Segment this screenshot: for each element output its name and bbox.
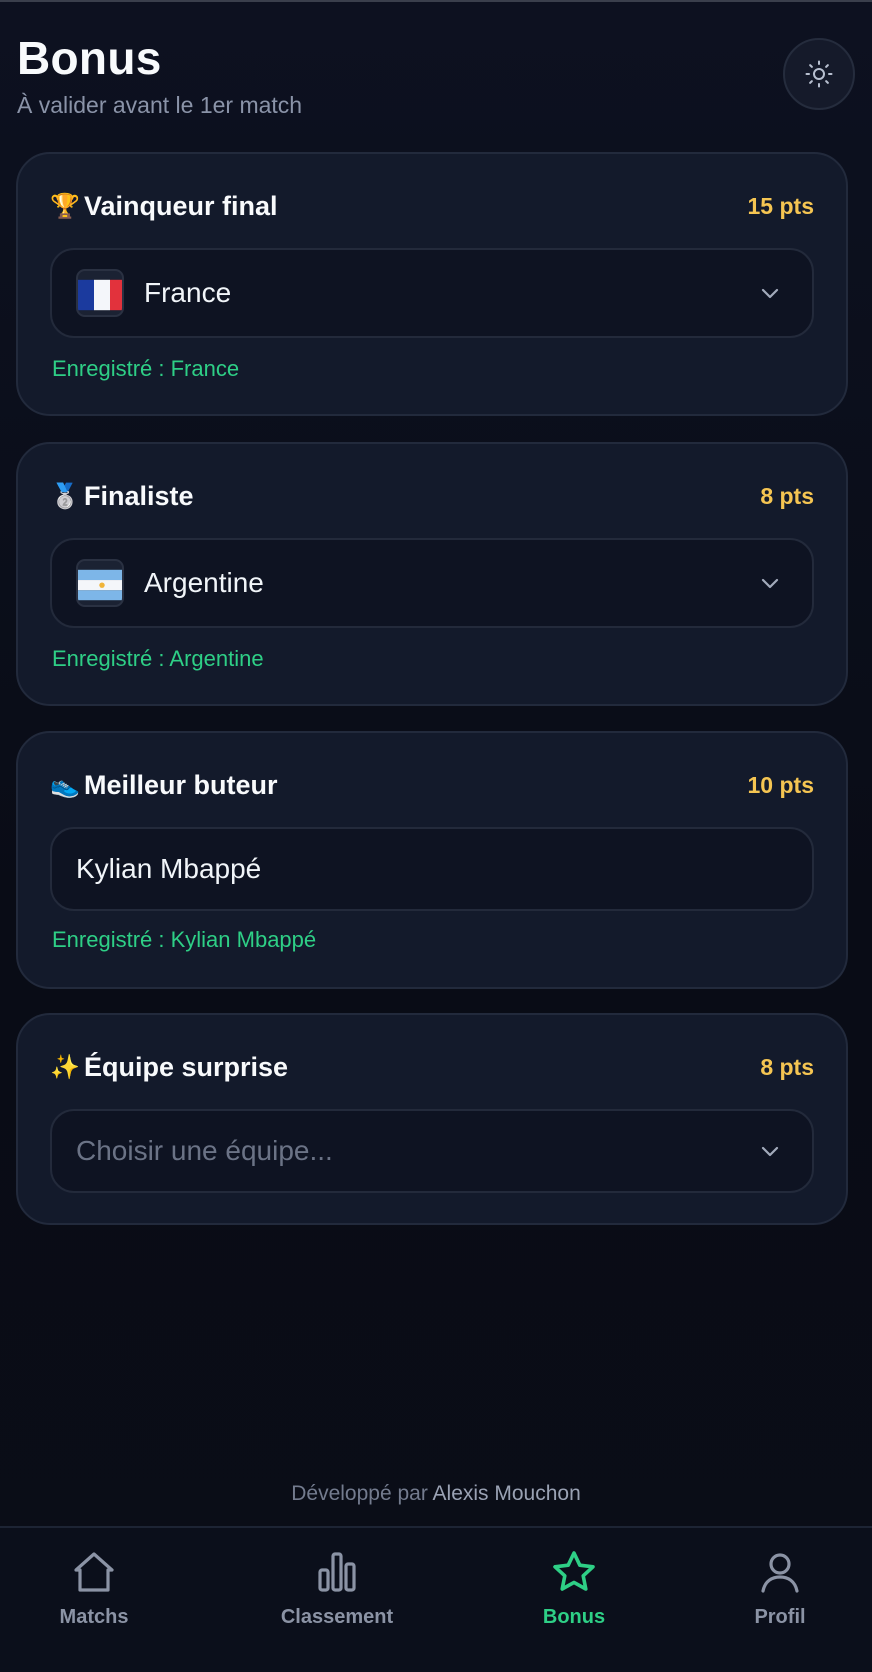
card-header: ✨ Équipe surprise 8 pts [50,1049,814,1085]
page-title: Bonus [17,32,162,84]
bonus-card-surprise-team: ✨ Équipe surprise 8 pts Choisir une équi… [16,1013,848,1225]
user-icon [761,1553,799,1593]
argentina-flag-icon [76,559,124,607]
home-icon [74,1552,114,1592]
selected-value: Argentine [144,567,264,598]
credit-prefix: Développé par [291,1482,428,1505]
theme-toggle-button[interactable] [783,38,855,110]
input-value: Kylian Mbappé [76,853,262,884]
silver-medal-icon: 🥈 [50,482,80,510]
nav-label: Profil [754,1606,806,1628]
card-header: 🥈 Finaliste 8 pts [50,478,814,514]
nav-label: Bonus [542,1606,606,1628]
bonus-card-winner: 🏆 Vainqueur final 15 pts France Enregist… [16,152,848,416]
page-header: Bonus À valider avant le 1er match [17,30,855,130]
bottom-nav: Matchs Classement Bonus Profil [0,1526,872,1672]
card-title: Meilleur buteur [84,769,278,800]
chevron-down-icon [761,1146,779,1157]
boot-icon: 👟 [50,771,80,799]
points-badge: 8 pts [760,1053,814,1080]
nav-item-profil[interactable]: Profil [690,1548,870,1629]
nav-label: Matchs [59,1606,129,1628]
points-badge: 15 pts [747,192,814,219]
sun-icon [805,60,833,88]
card-title: Vainqueur final [84,190,278,221]
chevron-down-icon [761,288,779,299]
top-scorer-input[interactable]: Kylian Mbappé [50,827,814,911]
saved-status: Enregistré : Argentine [52,646,264,671]
star-icon [553,1551,595,1591]
nav-item-matchs[interactable]: Matchs [4,1548,184,1629]
card-title: Équipe surprise [84,1051,289,1082]
selected-value: France [144,277,232,308]
card-title: Finaliste [84,480,194,511]
trophy-icon: 🏆 [50,192,80,220]
footer-credit: Développé par Alexis Mouchon [0,1482,872,1506]
nav-item-classement[interactable]: Classement [247,1548,427,1629]
surprise-team-select[interactable]: Choisir une équipe... [50,1109,814,1193]
saved-status: Enregistré : France [52,356,240,381]
france-flag-icon [76,269,124,317]
card-header: 🏆 Vainqueur final 15 pts [50,188,814,224]
bonus-card-finalist: 🥈 Finaliste 8 pts Argentine Enregistré :… [16,442,848,706]
sparkles-icon: ✨ [50,1053,80,1081]
points-badge: 8 pts [760,482,814,509]
select-placeholder: Choisir une équipe... [76,1135,333,1166]
page-subtitle: À valider avant le 1er match [17,92,303,118]
points-badge: 10 pts [747,771,814,798]
credit-author: Alexis Mouchon [432,1482,581,1505]
chevron-down-icon [761,578,779,589]
winner-select[interactable]: France [50,248,814,338]
card-header: 👟 Meilleur buteur 10 pts [50,767,814,803]
bar-chart-icon [318,1552,356,1592]
saved-status: Enregistré : Kylian Mbappé [52,927,317,952]
nav-label: Classement [280,1606,394,1628]
finalist-select[interactable]: Argentine [50,538,814,628]
bonus-card-top-scorer: 👟 Meilleur buteur 10 pts Kylian Mbappé E… [16,731,848,989]
nav-item-bonus[interactable]: Bonus [484,1548,664,1629]
